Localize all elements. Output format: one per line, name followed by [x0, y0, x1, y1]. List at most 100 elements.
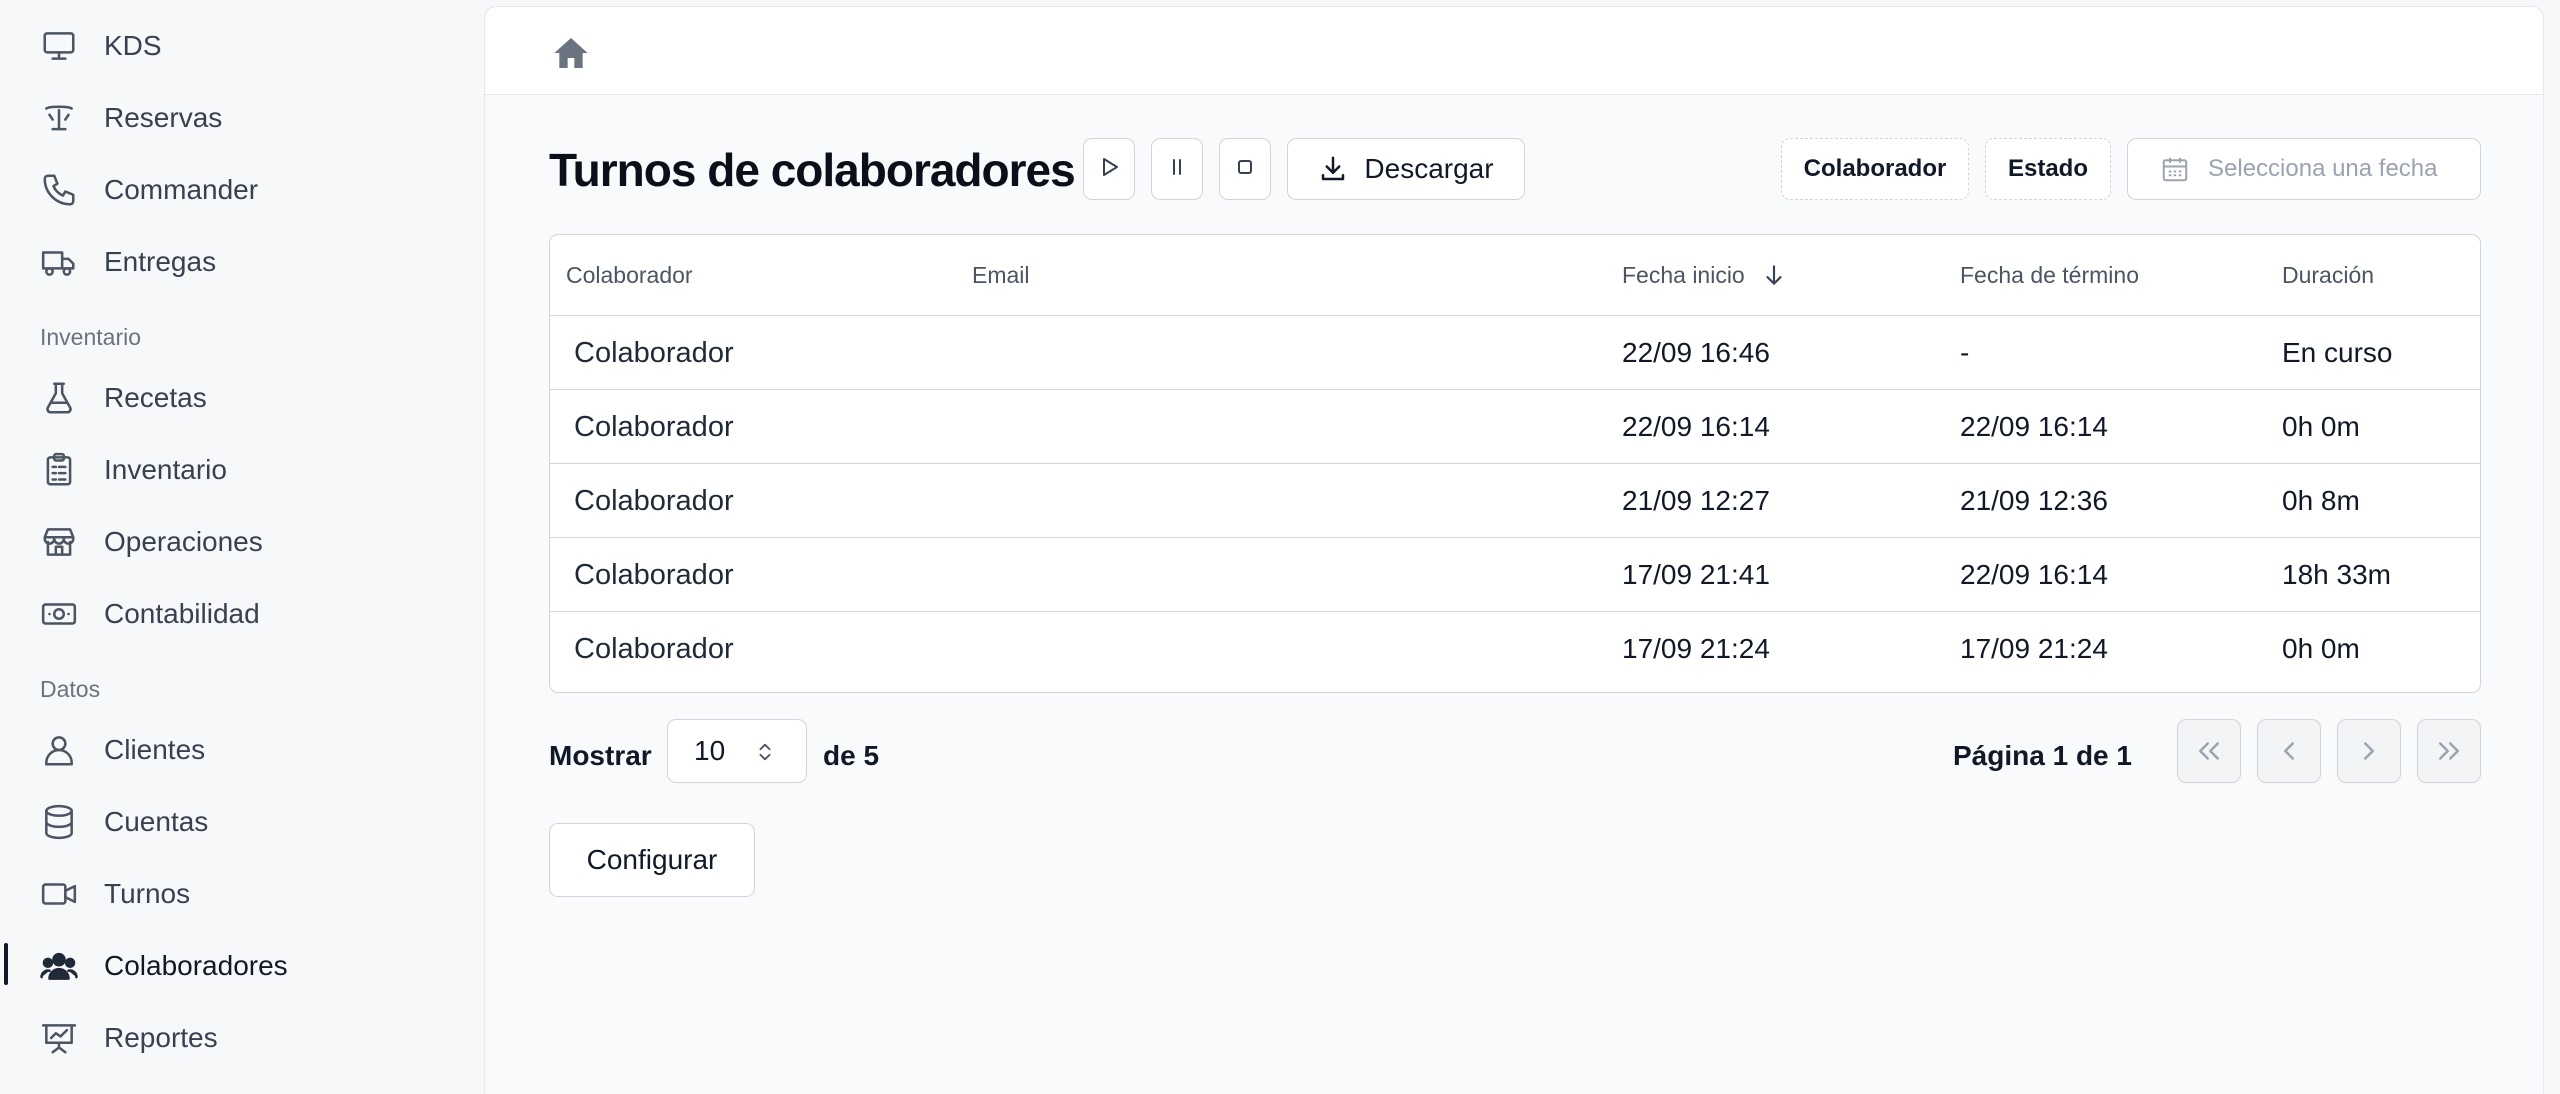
sidebar-item-inventario[interactable]: Inventario	[40, 442, 227, 498]
date-picker[interactable]: Selecciona una fecha	[2127, 138, 2481, 200]
sidebar-item-label: Operaciones	[104, 526, 263, 557]
sidebar-item-commander[interactable]: Commander	[40, 162, 258, 218]
cell-collaborator: Colaborador	[574, 336, 734, 369]
next-page-button[interactable]	[2337, 719, 2401, 783]
cell-collaborator: Colaborador	[574, 410, 734, 443]
download-label: Descargar	[1364, 153, 1494, 184]
sidebar-item-label: Turnos	[104, 878, 191, 909]
section-label-datos: Datos	[40, 676, 101, 702]
cell-duration: En curso	[2282, 337, 2393, 368]
sidebar-item-label: Entregas	[104, 246, 217, 277]
clipboard-icon	[40, 451, 78, 489]
column-header-start-label: Fecha inicio	[1622, 261, 1745, 288]
cell-duration: 18h 33m	[2282, 559, 2391, 590]
table-icon	[40, 99, 78, 137]
table-row[interactable]: Colaborador 22/09 16:46 - En curso	[550, 315, 2480, 389]
column-header-start[interactable]: Fecha inicio	[1622, 235, 1787, 315]
shifts-table: Colaborador Email Fecha inicio Fecha de …	[549, 234, 2481, 693]
cell-end: 22/09 16:14	[1960, 559, 2108, 590]
sidebar-item-label: Commander	[104, 174, 259, 205]
main-panel: Turnos de colaboradores Descargar Colabo…	[484, 6, 2544, 1094]
sidebar-item-entregas[interactable]: Entregas	[40, 234, 216, 290]
table-row[interactable]: Colaborador 21/09 12:27 21/09 12:36 0h 8…	[550, 463, 2480, 537]
sort-arrow-down-icon	[1745, 262, 1787, 288]
sidebar-item-contabilidad[interactable]: Contabilidad	[40, 586, 260, 642]
sidebar-item-recetas[interactable]: Recetas	[40, 370, 207, 426]
page-size-value: 10	[694, 735, 726, 766]
sidebar-item-reservas[interactable]: Reservas	[40, 90, 222, 146]
previous-page-button[interactable]	[2257, 719, 2321, 783]
cell-collaborator: Colaborador	[574, 484, 734, 517]
banknote-icon	[40, 595, 78, 633]
pause-shift-button[interactable]	[1151, 138, 1203, 200]
monitor-icon	[40, 27, 78, 65]
first-page-button[interactable]	[2177, 719, 2241, 783]
cell-start: 17/09 21:24	[1622, 633, 1770, 664]
truck-icon	[40, 243, 78, 281]
cell-end: 22/09 16:14	[1960, 411, 2108, 442]
store-icon	[40, 523, 78, 561]
sidebar-item-cuentas[interactable]: Cuentas	[40, 794, 208, 850]
sidebar-item-label: Recetas	[104, 382, 207, 413]
sidebar: KDS Reservas Commander Entregas Inventar…	[0, 0, 484, 1094]
cell-end: 17/09 21:24	[1960, 633, 2108, 664]
page-size-select[interactable]: 10	[667, 719, 807, 783]
stop-icon	[1233, 155, 1257, 184]
sidebar-item-label: Cuentas	[104, 806, 209, 837]
phone-icon	[40, 171, 78, 209]
cell-duration: 0h 0m	[2282, 633, 2360, 664]
page-info: Página 1 de 1	[1953, 740, 2132, 771]
show-label: Mostrar	[549, 740, 652, 771]
configure-button[interactable]: Configurar	[549, 823, 755, 897]
table-row[interactable]: Colaborador 17/09 21:41 22/09 16:14 18h …	[550, 537, 2480, 611]
column-header-duration[interactable]: Duración	[2282, 235, 2374, 315]
section-label-inventario: Inventario	[40, 324, 142, 350]
collaborator-filter-button[interactable]: Colaborador	[1781, 138, 1969, 200]
chevron-right-icon	[2354, 736, 2384, 766]
cell-start: 21/09 12:27	[1622, 485, 1770, 516]
sidebar-item-colaboradores[interactable]: Colaboradores	[40, 938, 288, 994]
sidebar-item-turnos[interactable]: Turnos	[40, 866, 190, 922]
sidebar-item-clientes[interactable]: Clientes	[40, 722, 205, 778]
start-shift-button[interactable]	[1083, 138, 1135, 200]
table-row[interactable]: Colaborador 22/09 16:14 22/09 16:14 0h 0…	[550, 389, 2480, 463]
sidebar-item-kds[interactable]: KDS	[40, 18, 162, 74]
table-row[interactable]: Colaborador 17/09 21:24 17/09 21:24 0h 0…	[550, 611, 2480, 685]
users-icon	[40, 947, 78, 985]
status-filter-button[interactable]: Estado	[1985, 138, 2111, 200]
sidebar-item-operaciones[interactable]: Operaciones	[40, 514, 263, 570]
top-bar	[485, 7, 2543, 95]
database-icon	[40, 803, 78, 841]
pause-icon	[1165, 155, 1189, 184]
presentation-chart-icon	[40, 1019, 78, 1057]
video-icon	[40, 875, 78, 913]
calendar-icon	[2160, 154, 2190, 184]
last-page-button[interactable]	[2417, 719, 2481, 783]
cell-start: 22/09 16:46	[1622, 337, 1770, 368]
sidebar-item-label: Reservas	[104, 102, 223, 133]
page-title: Turnos de colaboradores	[549, 144, 1076, 196]
home-icon[interactable]	[551, 33, 591, 73]
download-icon	[1318, 154, 1348, 184]
chevrons-right-icon	[2434, 736, 2464, 766]
cell-duration: 0h 0m	[2282, 411, 2360, 442]
cell-end: -	[1960, 337, 1970, 368]
sidebar-item-label: Clientes	[104, 734, 206, 765]
sidebar-item-reportes[interactable]: Reportes	[40, 1010, 218, 1066]
chevron-updown-icon	[759, 743, 771, 761]
cell-duration: 0h 8m	[2282, 485, 2360, 516]
active-indicator	[4, 943, 8, 985]
sidebar-item-label: KDS	[104, 30, 162, 61]
user-icon	[40, 731, 78, 769]
flask-icon	[40, 379, 78, 417]
download-button[interactable]: Descargar	[1287, 138, 1525, 200]
sidebar-item-label: Colaboradores	[104, 950, 288, 981]
chevron-left-icon	[2274, 736, 2304, 766]
chevrons-left-icon	[2194, 736, 2224, 766]
column-header-end[interactable]: Fecha de término	[1960, 235, 2139, 315]
cell-start: 17/09 21:41	[1622, 559, 1770, 590]
column-header-email[interactable]: Email	[972, 235, 1030, 315]
stop-shift-button[interactable]	[1219, 138, 1271, 200]
column-header-collaborator[interactable]: Colaborador	[566, 235, 693, 315]
date-placeholder: Selecciona una fecha	[2208, 155, 2438, 182]
